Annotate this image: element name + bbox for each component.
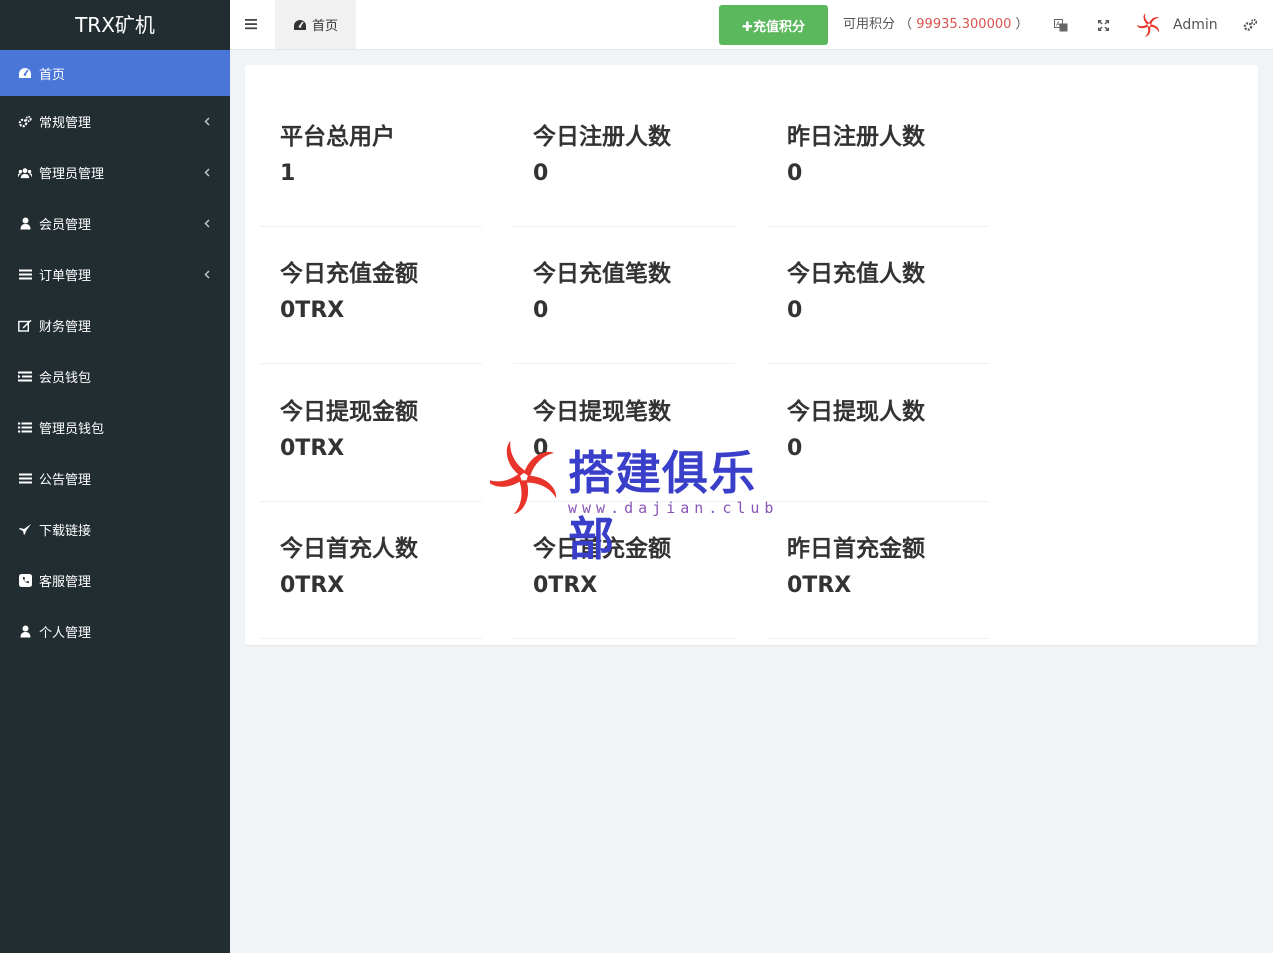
users-icon (18, 166, 32, 180)
sidebar-item-label: 会员管理 (39, 218, 92, 233)
list-ul-icon (18, 421, 32, 435)
stat-card-today-registrations: 今日注册人数 0 (513, 83, 735, 227)
list-icon (18, 370, 32, 384)
plane-icon (18, 523, 32, 537)
sidebar-item-label: 管理员钱包 (39, 422, 105, 437)
translate-icon[interactable]: A (1053, 17, 1069, 33)
sidebar-item-label: 财务管理 (39, 320, 92, 335)
dashboard-panel: 平台总用户 1 今日注册人数 0 昨日注册人数 0 今日充值金额 0TRX 今日… (245, 65, 1258, 645)
settings-cogs-icon[interactable] (1242, 17, 1258, 33)
sidebar-item-member-wallet[interactable]: 会员钱包 (0, 351, 230, 402)
stat-value: 0 (787, 298, 803, 323)
stat-value: 0 (533, 161, 549, 186)
phone-icon (18, 574, 32, 588)
username: Admin (1173, 17, 1218, 33)
avatar (1136, 13, 1161, 37)
stat-label: 昨日首充金额 (787, 536, 925, 562)
top-header: 首页 ✚充值积分 可用积分 （ 99935.300000 ） A Admin (230, 0, 1273, 50)
brand-title[interactable]: TRX矿机 (0, 0, 230, 50)
dashboard-icon (18, 66, 32, 80)
stat-card-today-first-recharge-amount: 今日首充金额 0TRX (513, 495, 735, 639)
stat-value: 0TRX (280, 298, 345, 323)
dashboard-icon (293, 19, 306, 30)
sidebar-item-label: 公告管理 (39, 473, 92, 488)
sidebar-item-label: 订单管理 (39, 269, 92, 284)
sidebar-item-download-links[interactable]: 下载链接 (0, 504, 230, 555)
stat-label: 今日提现金额 (280, 399, 418, 425)
stat-label: 今日提现人数 (787, 399, 925, 425)
sidebar-item-home[interactable]: 首页 (0, 50, 230, 96)
points-label: 可用积分 （ (843, 17, 913, 32)
sidebar-item-finance[interactable]: 财务管理 (0, 300, 230, 351)
sidebar-item-orders[interactable]: 订单管理 (0, 249, 230, 300)
sidebar-item-admin-wallet[interactable]: 管理员钱包 (0, 402, 230, 453)
stat-value: 0 (533, 436, 549, 461)
fullscreen-icon[interactable] (1095, 17, 1111, 33)
user-menu[interactable]: Admin (1136, 0, 1218, 50)
stat-label: 平台总用户 (280, 124, 395, 150)
stat-card-total-users: 平台总用户 1 (260, 83, 482, 227)
stat-value: 0 (533, 298, 549, 323)
user-icon (18, 625, 32, 639)
stat-card-today-withdraw-count: 今日提现笔数 0 (513, 358, 735, 502)
stat-label: 今日充值金额 (280, 261, 418, 287)
sidebar-item-customer-service[interactable]: 客服管理 (0, 555, 230, 606)
stat-card-today-withdraw-amount: 今日提现金额 0TRX (260, 358, 482, 502)
recharge-points-button[interactable]: ✚充值积分 (719, 5, 828, 45)
stat-card-yesterday-first-recharge-amount: 昨日首充金额 0TRX (767, 495, 989, 639)
chevron-left-icon (202, 168, 212, 178)
sidebar-item-label: 个人管理 (39, 626, 92, 641)
stat-card-today-first-recharge-users: 今日首充人数 0TRX (260, 495, 482, 639)
sidebar-item-label: 会员钱包 (39, 371, 92, 386)
cogs-icon (18, 115, 32, 129)
sidebar-item-announcements[interactable]: 公告管理 (0, 453, 230, 504)
points-value: 99935.300000 (916, 17, 1012, 32)
stat-value: 1 (280, 161, 296, 186)
stat-value: 0 (787, 436, 803, 461)
sidebar-item-label: 管理员管理 (39, 167, 105, 182)
sidebar: TRX矿机 首页 常规管理 管理员管理 会员管理 订单管理 财务管理 会员钱包 … (0, 0, 230, 953)
stat-card-today-withdraw-users: 今日提现人数 0 (767, 358, 989, 502)
sidebar-toggle-icon[interactable] (244, 16, 262, 34)
chevron-left-icon (202, 219, 212, 229)
stat-label: 昨日注册人数 (787, 124, 925, 150)
stat-label: 今日注册人数 (533, 124, 671, 150)
stat-card-today-recharge-amount: 今日充值金额 0TRX (260, 220, 482, 364)
stat-label: 今日充值笔数 (533, 261, 671, 287)
stat-card-today-recharge-count: 今日充值笔数 0 (513, 220, 735, 364)
sidebar-item-admin[interactable]: 管理员管理 (0, 147, 230, 198)
stat-card-yesterday-registrations: 昨日注册人数 0 (767, 83, 989, 227)
sidebar-item-label: 常规管理 (39, 116, 92, 131)
tab-home[interactable]: 首页 (275, 0, 356, 49)
tab-home-label: 首页 (311, 19, 338, 34)
stat-label: 今日充值人数 (787, 261, 925, 287)
chevron-left-icon (202, 117, 212, 127)
stat-value: 0TRX (533, 573, 598, 598)
stat-label: 今日提现笔数 (533, 399, 671, 425)
points-close: ） (1015, 17, 1029, 32)
sidebar-item-personal[interactable]: 个人管理 (0, 606, 230, 657)
stat-value: 0 (787, 161, 803, 186)
available-points: 可用积分 （ 99935.300000 ） (843, 0, 1029, 50)
sidebar-item-members[interactable]: 会员管理 (0, 198, 230, 249)
edit-icon (18, 319, 32, 333)
stat-label: 今日首充人数 (280, 536, 418, 562)
stat-value: 0TRX (280, 436, 345, 461)
stat-label: 今日首充金额 (533, 536, 671, 562)
sidebar-item-general[interactable]: 常规管理 (0, 96, 230, 147)
sidebar-item-label: 首页 (39, 67, 66, 83)
chevron-left-icon (202, 270, 212, 280)
user-icon (18, 217, 32, 231)
sidebar-item-label: 下载链接 (39, 524, 92, 539)
bars-icon (18, 268, 32, 282)
sidebar-menu: 首页 常规管理 管理员管理 会员管理 订单管理 财务管理 会员钱包 管理员钱包 … (0, 50, 230, 657)
stat-card-today-recharge-users: 今日充值人数 0 (767, 220, 989, 364)
stat-value: 0TRX (787, 573, 852, 598)
sidebar-item-label: 客服管理 (39, 575, 92, 590)
bars-icon (18, 472, 32, 486)
stat-value: 0TRX (280, 573, 345, 598)
